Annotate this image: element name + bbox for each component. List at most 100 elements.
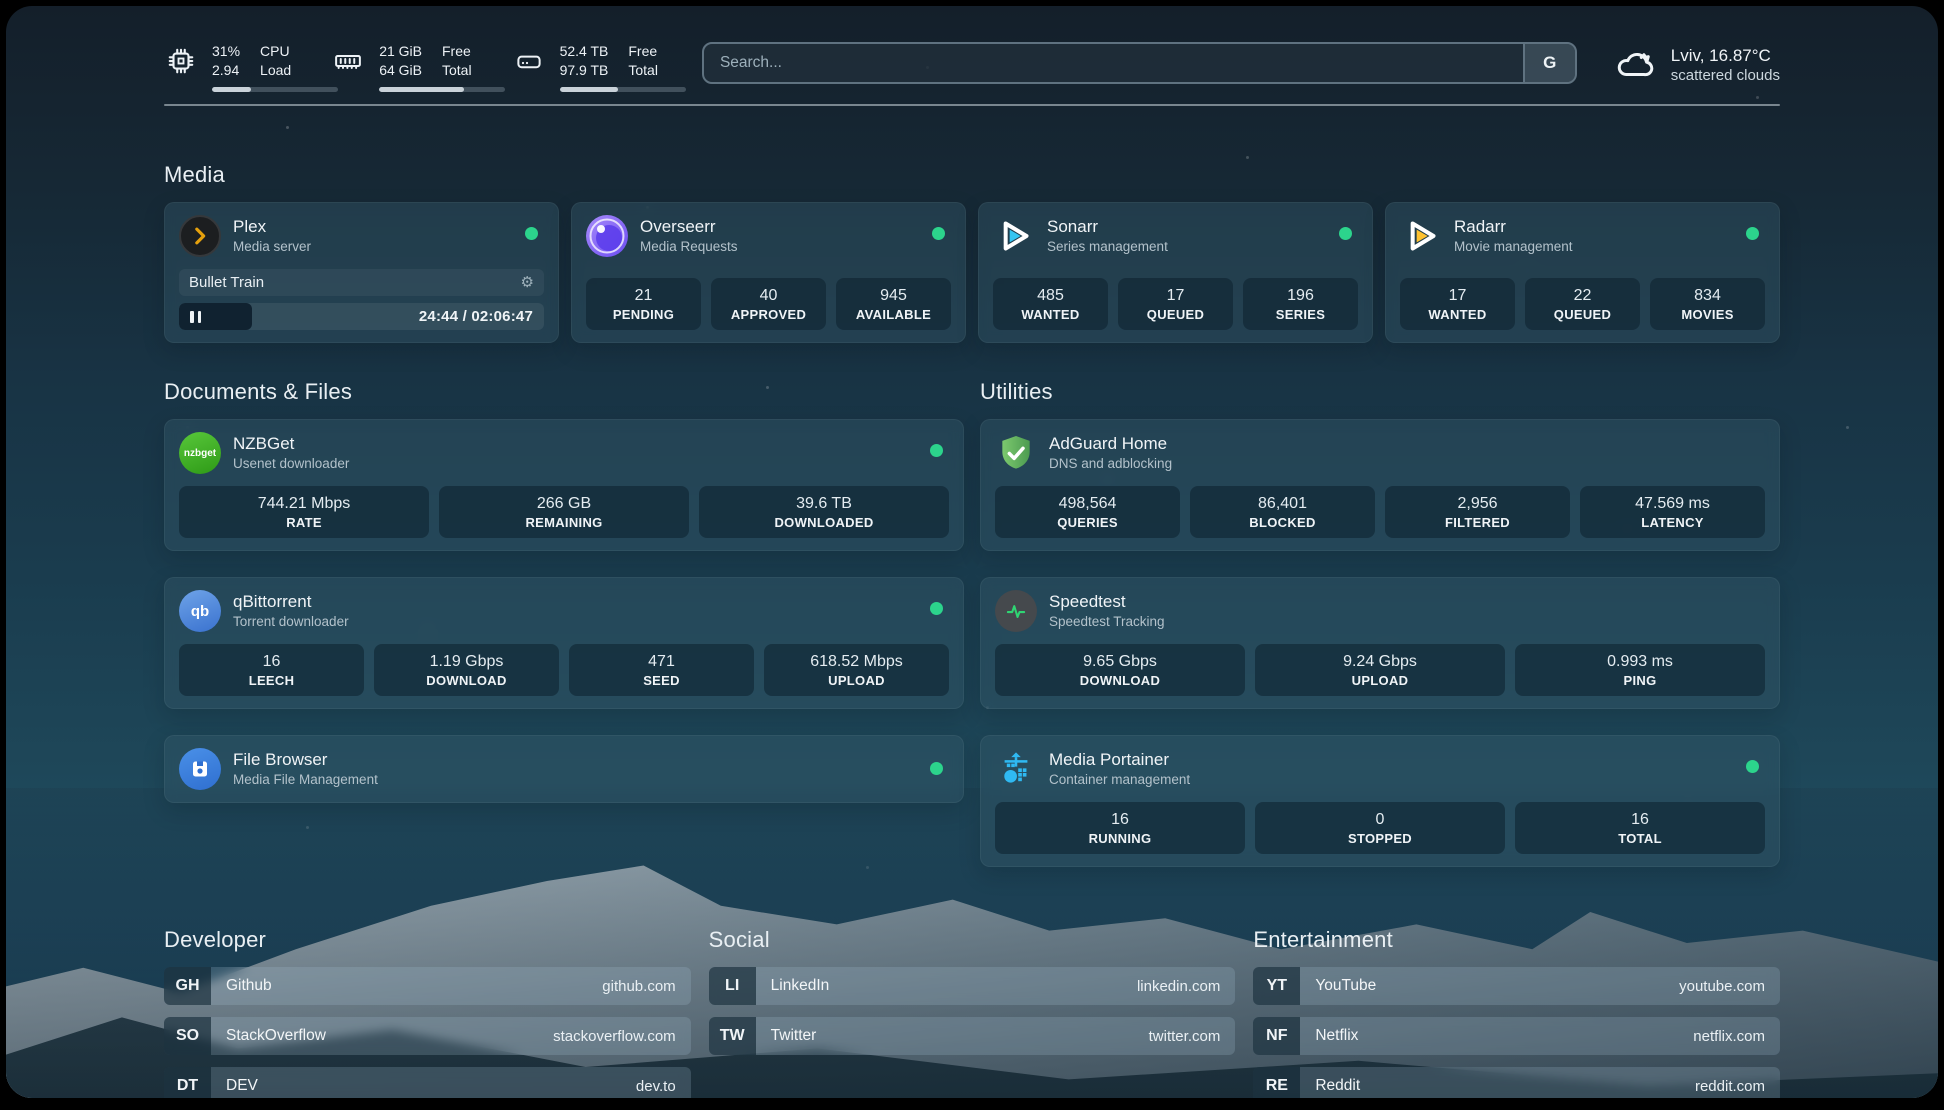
plex-icon	[179, 215, 221, 257]
section-title-documents: Documents & Files	[164, 379, 964, 405]
stat-value: 744.21 Mbps	[183, 493, 425, 514]
radarr-card[interactable]: Radarr Movie management 17 WANTED 22 QUE…	[1385, 202, 1780, 343]
service-description: Speedtest Tracking	[1049, 613, 1165, 631]
bookmark-stackoverflow[interactable]: SO StackOverflow stackoverflow.com	[164, 1017, 691, 1055]
portainer-icon	[995, 748, 1037, 790]
stat-tile: 834 MOVIES	[1650, 278, 1765, 330]
bookmark-abbr: RE	[1253, 1067, 1300, 1098]
service-description: DNS and adblocking	[1049, 455, 1172, 473]
stat-label: LEECH	[183, 673, 360, 688]
stat-value: 0.993 ms	[1519, 651, 1761, 672]
top-bar: 31% 2.94 CPU Load	[164, 36, 1780, 98]
stat-label: SERIES	[1247, 307, 1354, 322]
bookmark-url: dev.to	[636, 1078, 691, 1095]
memory-total-value: 64 GiB	[379, 61, 422, 80]
bookmark-twitter[interactable]: TW Twitter twitter.com	[709, 1017, 1236, 1055]
stat-value: 266 GB	[443, 493, 685, 514]
bookmark-dev[interactable]: DT DEV dev.to	[164, 1067, 691, 1098]
memory-free-value: 21 GiB	[379, 42, 422, 61]
service-name: Plex	[233, 216, 311, 238]
stat-label: RATE	[183, 515, 425, 530]
disk-progressbar	[560, 87, 686, 92]
bookmark-url: youtube.com	[1679, 978, 1780, 995]
nzbget-card[interactable]: nzbget NZBGet Usenet downloader 744.21 M…	[164, 419, 964, 551]
stat-value: 39.6 TB	[703, 493, 945, 514]
filebrowser-card[interactable]: File Browser Media File Management	[164, 735, 964, 803]
stat-label: DOWNLOAD	[999, 673, 1241, 688]
speedtest-card[interactable]: Speedtest Speedtest Tracking 9.65 Gbps D…	[980, 577, 1780, 709]
bookmark-youtube[interactable]: YT YouTube youtube.com	[1253, 967, 1780, 1005]
stat-tile: 471 SEED	[569, 644, 754, 696]
stat-value: 196	[1247, 285, 1354, 306]
portainer-card[interactable]: Media Portainer Container management 16 …	[980, 735, 1780, 867]
bookmark-name: StackOverflow	[211, 1027, 326, 1045]
service-description: Torrent downloader	[233, 613, 349, 631]
bookmark-linkedin[interactable]: LI LinkedIn linkedin.com	[709, 967, 1236, 1005]
overseerr-icon	[586, 215, 628, 257]
sonarr-card[interactable]: Sonarr Series management 485 WANTED 17 Q…	[978, 202, 1373, 343]
section-title-developer: Developer	[164, 927, 691, 953]
service-description: Media Requests	[640, 238, 738, 256]
stat-tile: 2,956 FILTERED	[1385, 486, 1570, 538]
disk-free-value: 52.4 TB	[560, 42, 609, 61]
documents-column: Documents & Files nzbget NZBGet Usenet d…	[164, 379, 964, 867]
section-title-entertainment: Entertainment	[1253, 927, 1780, 953]
cpu-load-label: Load	[260, 61, 291, 80]
disk-total-label: Total	[628, 61, 658, 80]
weather-condition: scattered clouds	[1671, 67, 1780, 84]
section-title-media: Media	[164, 162, 1780, 188]
search-engine-button[interactable]: G	[1523, 44, 1575, 82]
stat-tile: 945 AVAILABLE	[836, 278, 951, 330]
overseerr-card[interactable]: Overseerr Media Requests 21 PENDING 40 A…	[571, 202, 966, 343]
bookmark-name: Reddit	[1300, 1077, 1360, 1095]
adguard-card[interactable]: AdGuard Home DNS and adblocking 498,564 …	[980, 419, 1780, 551]
bookmark-reddit[interactable]: RE Reddit reddit.com	[1253, 1067, 1780, 1098]
playback-progressbar: 24:44 / 02:06:47	[179, 303, 544, 330]
stat-label: PENDING	[590, 307, 697, 322]
gear-icon[interactable]: ⚙	[521, 275, 534, 290]
qbittorrent-card[interactable]: qb qBittorrent Torrent downloader 16 LEE…	[164, 577, 964, 709]
service-description: Container management	[1049, 771, 1190, 789]
nzbget-icon-text: nzbget	[184, 448, 216, 459]
adguard-icon	[995, 432, 1037, 474]
now-playing-title: Bullet Train	[189, 274, 264, 291]
plex-card[interactable]: Plex Media server Bullet Train ⚙ 24:44 /…	[164, 202, 559, 343]
stat-label: QUEUED	[1122, 307, 1229, 322]
bookmark-name: LinkedIn	[756, 977, 830, 995]
memory-metric: 21 GiB 64 GiB Free Total	[331, 42, 471, 92]
status-dot	[930, 444, 943, 457]
stat-label: UPLOAD	[1259, 673, 1501, 688]
stat-value: 9.65 Gbps	[999, 651, 1241, 672]
stat-value: 17	[1122, 285, 1229, 306]
stat-label: UPLOAD	[768, 673, 945, 688]
entertainment-group: Entertainment YT YouTube youtube.com NF …	[1253, 927, 1780, 1098]
stat-value: 834	[1654, 285, 1761, 306]
search-input[interactable]	[704, 44, 1523, 82]
qbittorrent-icon: qb	[179, 590, 221, 632]
bookmark-url: linkedin.com	[1137, 978, 1235, 995]
stat-label: MOVIES	[1654, 307, 1761, 322]
stat-tile: 0 STOPPED	[1255, 802, 1505, 854]
bookmark-netflix[interactable]: NF Netflix netflix.com	[1253, 1017, 1780, 1055]
stat-label: QUEUED	[1529, 307, 1636, 322]
pause-button[interactable]	[190, 311, 201, 323]
qbittorrent-icon-text: qb	[191, 603, 209, 620]
bookmark-abbr: GH	[164, 967, 211, 1005]
cloud-icon	[1613, 42, 1657, 86]
playback-time: 24:44 / 02:06:47	[419, 308, 544, 325]
bookmark-github[interactable]: GH Github github.com	[164, 967, 691, 1005]
stat-tile: 21 PENDING	[586, 278, 701, 330]
stat-value: 498,564	[999, 493, 1176, 514]
stat-tile: 266 GB REMAINING	[439, 486, 689, 538]
sonarr-icon	[993, 215, 1035, 257]
stat-value: 0	[1259, 809, 1501, 830]
bookmark-name: DEV	[211, 1077, 258, 1095]
stat-label: QUERIES	[999, 515, 1176, 530]
stat-tile: 22 QUEUED	[1525, 278, 1640, 330]
social-group: Social LI LinkedIn linkedin.com TW Twitt…	[709, 927, 1236, 1098]
stat-label: DOWNLOADED	[703, 515, 945, 530]
system-metrics: 31% 2.94 CPU Load	[164, 42, 658, 92]
media-cards-row: Plex Media server Bullet Train ⚙ 24:44 /…	[164, 202, 1780, 343]
stat-label: AVAILABLE	[840, 307, 947, 322]
stat-tile: 0.993 ms PING	[1515, 644, 1765, 696]
